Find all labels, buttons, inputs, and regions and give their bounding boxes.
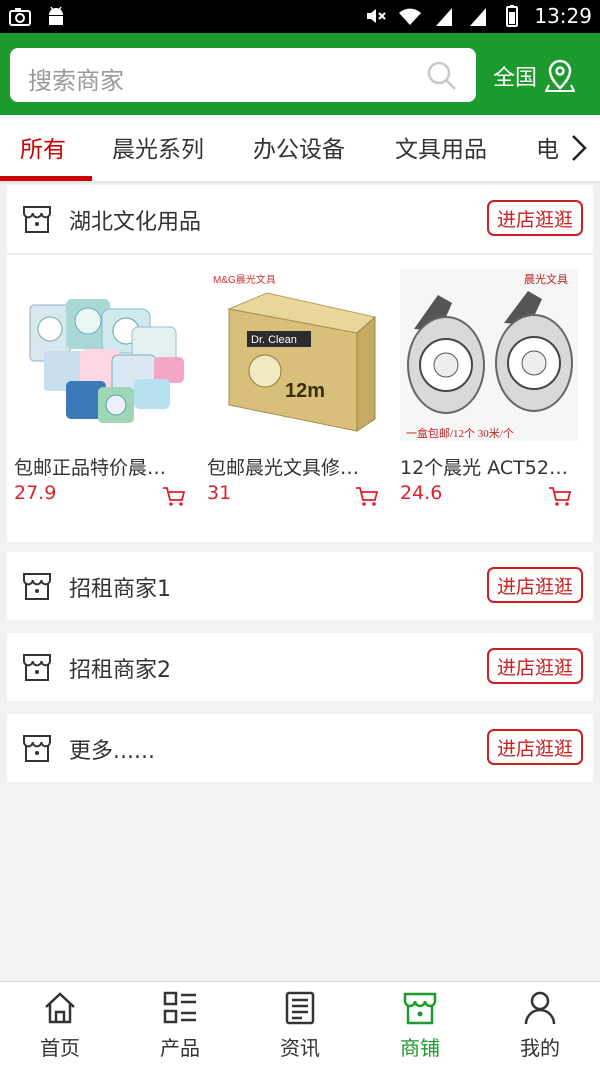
product-image: 晨光文具 一盒包邮/12个 30米/个: [400, 269, 578, 441]
nav-news[interactable]: 资讯: [240, 990, 360, 1061]
visit-store-button[interactable]: 进店逛逛: [487, 567, 583, 603]
store-icon: [403, 992, 437, 1025]
product-image: [14, 269, 192, 441]
location-pin-icon: [545, 59, 576, 92]
shop-card[interactable]: 招租商家2 进店逛逛: [7, 633, 593, 701]
product-image-brand: M&G晨光文具: [213, 273, 276, 286]
region-label: 全国: [493, 66, 538, 91]
product-price: 27.9: [14, 482, 57, 504]
shop-card: 湖北文化用品 进店逛逛 包邮正品特价晨光修 27.9 M&G晨光文具 Dr. C…: [7, 185, 593, 542]
search-input[interactable]: 搜索商家: [10, 48, 476, 102]
visit-store-button[interactable]: 进店逛逛: [487, 200, 583, 236]
user-icon: [524, 991, 556, 1025]
product-card[interactable]: 晨光文具 一盒包邮/12个 30米/个 12个晨光 ACT52修正带 24.6: [400, 269, 578, 510]
wifi-icon: [399, 8, 422, 25]
nav-home[interactable]: 首页: [0, 990, 120, 1061]
nav-products[interactable]: 产品: [120, 990, 240, 1061]
sim-signal-icon: [436, 8, 453, 26]
nav-stores[interactable]: 商铺: [360, 990, 480, 1061]
product-price: 24.6: [400, 482, 443, 504]
region-selector[interactable]: 全国: [493, 59, 576, 93]
shop-name: 招租商家2: [69, 658, 171, 683]
cart-icon[interactable]: [162, 486, 186, 508]
shop-name: 更多......: [69, 739, 155, 764]
visit-store-button[interactable]: 进店逛逛: [487, 648, 583, 684]
more-shops-card[interactable]: 更多...... 进店逛逛: [7, 714, 593, 782]
tab-stationery[interactable]: 文具用品: [395, 130, 487, 164]
news-icon: [285, 991, 315, 1025]
shop-card[interactable]: 招租商家1 进店逛逛: [7, 552, 593, 620]
store-icon: [23, 573, 51, 600]
store-icon: [23, 654, 51, 681]
product-image-size: 12m: [285, 380, 325, 402]
cart-icon[interactable]: [548, 486, 572, 508]
visit-store-button[interactable]: 进店逛逛: [487, 729, 583, 765]
home-icon: [45, 992, 75, 1024]
chevron-right-icon[interactable]: [568, 133, 590, 163]
header-bar: 搜索商家 全国: [0, 33, 600, 115]
shop-name: 招租商家1: [69, 577, 171, 602]
android-icon: [49, 6, 63, 25]
tab-chenguang-series[interactable]: 晨光系列: [112, 130, 204, 164]
product-list: 包邮正品特价晨光修正带 27.9 M&G晨光文具 Dr. Clean 12m: [7, 255, 593, 541]
nav-profile[interactable]: 我的: [480, 990, 600, 1061]
mute-icon: [367, 9, 387, 23]
product-image-brand: 晨光文具: [524, 272, 568, 286]
product-image-caption: 一盒包邮/12个 30米/个: [406, 426, 514, 440]
status-time: 13:29: [534, 4, 592, 28]
product-image: M&G晨光文具 Dr. Clean 12m: [207, 269, 385, 441]
nav-news-label: 资讯: [280, 1036, 320, 1060]
product-name: 12个晨光 ACT52修正带: [400, 457, 570, 479]
product-name: 包邮晨光文具修正带: [207, 457, 377, 479]
product-price: 31: [207, 482, 232, 504]
search-placeholder: 搜索商家: [28, 67, 124, 95]
grid-list-icon: [163, 991, 196, 1024]
nav-stores-label: 商铺: [400, 1036, 440, 1060]
status-bar: 13:29: [0, 0, 600, 33]
shop-name: 湖北文化用品: [69, 210, 202, 235]
screenshot-icon: [9, 8, 31, 26]
product-name: 包邮正品特价晨光修正带: [14, 457, 184, 479]
tab-electronics[interactable]: 电子: [536, 130, 558, 164]
product-card[interactable]: 包邮正品特价晨光修正带 27.9: [14, 269, 192, 510]
nav-home-label: 首页: [40, 1036, 80, 1060]
nav-products-label: 产品: [160, 1036, 200, 1060]
bottom-nav: 首页 产品 资讯 商铺 我的: [0, 981, 600, 1068]
shop-header[interactable]: 湖北文化用品 进店逛逛: [7, 185, 593, 253]
nav-profile-label: 我的: [520, 1036, 560, 1060]
search-icon[interactable]: [426, 60, 458, 92]
product-image-title: Dr. Clean: [251, 334, 297, 346]
battery-icon: [506, 5, 519, 27]
tab-office-equipment[interactable]: 办公设备: [253, 130, 345, 164]
store-icon: [23, 735, 51, 762]
store-icon: [23, 206, 51, 233]
sim-signal-2-icon: [470, 8, 487, 26]
product-card[interactable]: M&G晨光文具 Dr. Clean 12m 包邮晨光文具修正带 31: [207, 269, 385, 510]
cart-icon[interactable]: [355, 486, 379, 508]
category-tabs: 所有 晨光系列 办公设备 文具用品 电子: [0, 115, 600, 181]
tab-all[interactable]: 所有: [20, 130, 66, 164]
